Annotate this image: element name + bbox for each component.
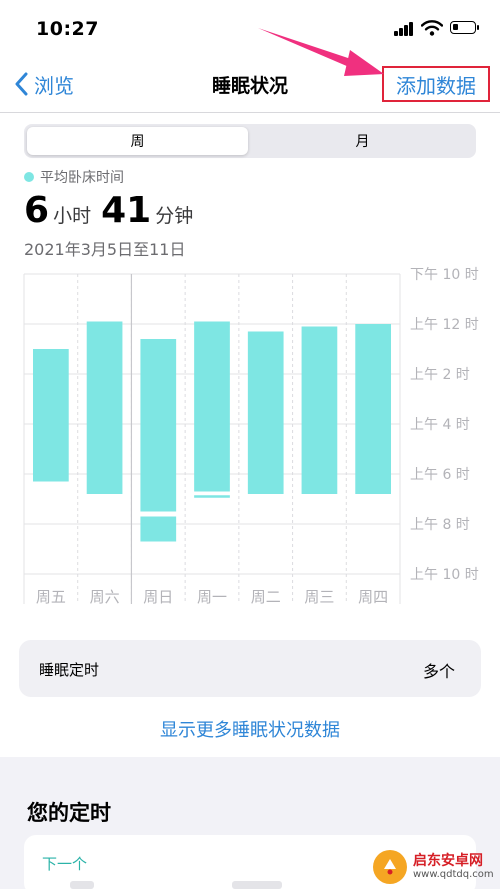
segment-month[interactable]: 月 — [252, 127, 473, 155]
chart-legend: 平均卧床时间 — [24, 167, 124, 187]
y-tick-label: 下午 10 时 — [410, 267, 479, 283]
bar-segment — [355, 324, 391, 494]
sleep-chart[interactable]: 下午 10 时上午 12 时上午 2 时上午 4 时上午 6 时上午 8 时上午… — [0, 262, 500, 612]
segment-week[interactable]: 周 — [27, 127, 248, 155]
y-tick-label: 上午 6 时 — [410, 467, 470, 483]
next-label: 下一个 — [42, 855, 88, 873]
bar-segment — [194, 321, 230, 492]
legend-dot-icon — [24, 172, 34, 182]
status-time: 10:27 — [36, 18, 99, 40]
watermark: 启东安卓网 www.qdtdq.com — [373, 850, 494, 884]
bar-segment — [86, 321, 123, 494]
legend-label: 平均卧床时间 — [40, 170, 124, 186]
x-tick-label: 周五 — [36, 588, 66, 606]
sleep-schedule-value: 多个 — [422, 662, 455, 681]
y-tick-label: 上午 10 时 — [410, 567, 479, 583]
x-tick-label: 周一 — [197, 588, 227, 606]
y-tick-label: 上午 2 时 — [410, 367, 470, 383]
segment-week-label: 周 — [130, 134, 145, 150]
x-tick-label: 周四 — [358, 588, 388, 606]
bedtime-placeholder — [70, 881, 94, 889]
watermark-brand: 启东安卓网 — [413, 853, 483, 869]
wifi-icon — [421, 20, 443, 36]
date-range: 2021年3月5日至11日 — [24, 240, 186, 259]
bar-segment — [247, 331, 284, 494]
wakeup-placeholder — [232, 881, 282, 889]
status-bar: 10:27 — [0, 0, 500, 58]
bar-segment — [301, 326, 338, 494]
bar-segment — [33, 349, 69, 482]
sleep-schedule-row[interactable]: 睡眠定时 多个 — [19, 640, 481, 697]
average-minutes: 41 — [101, 190, 152, 231]
add-data-label: 添加数据 — [396, 73, 476, 98]
period-segmented-control: 周 月 — [24, 124, 476, 158]
y-tick-label: 上午 8 时 — [410, 517, 470, 533]
minutes-unit: 分钟 — [155, 205, 194, 227]
watermark-url: www.qdtdq.com — [413, 869, 494, 880]
sleep-schedule-label: 睡眠定时 — [39, 661, 100, 679]
watermark-logo-icon — [373, 850, 407, 884]
show-more-link[interactable]: 显示更多睡眠状况数据 — [0, 716, 500, 742]
add-data-button[interactable]: 添加数据 — [382, 66, 490, 102]
y-tick-label: 上午 12 时 — [410, 317, 479, 333]
average-time-in-bed: 6 小时 41 分钟 — [24, 190, 203, 231]
x-tick-label: 周二 — [251, 588, 281, 606]
hours-unit: 小时 — [53, 205, 92, 227]
x-tick-label: 周三 — [304, 588, 334, 606]
segment-month-label: 月 — [355, 134, 370, 150]
navigation-bar: 浏览 睡眠状况 添加数据 — [0, 58, 500, 113]
bar-segment — [140, 339, 177, 512]
average-hours: 6 — [24, 190, 50, 231]
x-tick-label: 周六 — [90, 588, 120, 606]
bar-segment — [194, 495, 230, 498]
bar-segment — [140, 516, 177, 542]
y-tick-label: 上午 4 时 — [410, 417, 470, 433]
x-tick-label: 周日 — [143, 588, 173, 606]
battery-icon — [450, 21, 479, 34]
cellular-signal-icon — [394, 22, 414, 36]
section-title: 您的定时 — [27, 801, 111, 825]
